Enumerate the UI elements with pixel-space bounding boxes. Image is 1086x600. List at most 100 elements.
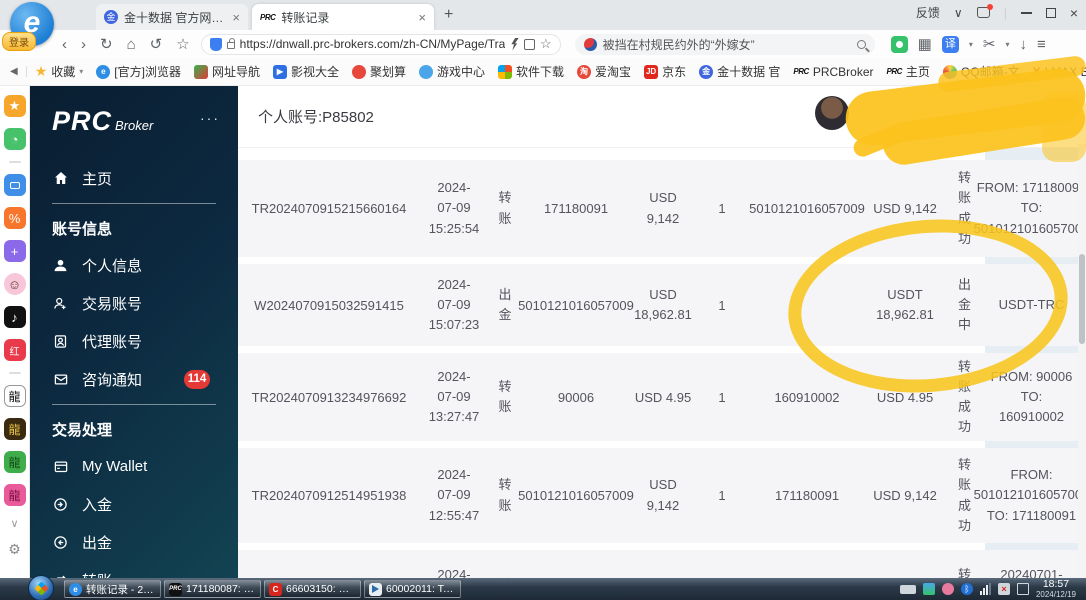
- live-avatar-icon[interactable]: ☺: [4, 273, 26, 295]
- bookmark-prc-home[interactable]: PRC主页: [887, 63, 930, 80]
- sidebar-item-deposit[interactable]: 入金: [52, 485, 238, 523]
- theme-skin-icon[interactable]: [977, 7, 990, 18]
- menu-hamburger-icon[interactable]: ≡: [1037, 37, 1046, 52]
- tab-close-icon[interactable]: ×: [232, 10, 240, 25]
- compass-favicon: [194, 65, 208, 79]
- tab-close-icon[interactable]: ×: [418, 10, 426, 25]
- bookmark-jinshi[interactable]: 金金十数据 官: [699, 63, 780, 80]
- bookmark-lmax[interactable]: XLMAX Brok: [1033, 65, 1086, 79]
- dragon-gold-game-icon[interactable]: 龍: [4, 418, 26, 440]
- apps-grid-icon[interactable]: ▦: [918, 37, 932, 52]
- bookmark-qqmail[interactable]: QQ邮箱-文: [943, 63, 1020, 80]
- tray-volume-muted-icon[interactable]: ×: [998, 583, 1010, 595]
- minimize-button[interactable]: [1021, 12, 1032, 14]
- strip-settings-gear-icon[interactable]: ⚙: [8, 541, 21, 558]
- bookmark-jd[interactable]: JD京东: [644, 63, 686, 80]
- search-suggestion-text[interactable]: 被挡在村规民约外的“外嫁女”: [603, 36, 851, 53]
- sidebar-item-wallet[interactable]: My Wallet: [52, 447, 238, 485]
- sidebar-item-profile[interactable]: 个人信息: [52, 246, 238, 284]
- sidebar-item-notifications[interactable]: 咨询通知 114: [52, 360, 238, 398]
- tab-transfer-records[interactable]: PRC 转账记录 ×: [252, 4, 434, 30]
- sidebar-menu-dots-icon[interactable]: ···: [200, 110, 220, 126]
- reload-button[interactable]: ↻: [100, 37, 113, 52]
- url-text[interactable]: https://dnwall.prc-brokers.com/zh-CN/MyP…: [240, 37, 505, 51]
- favorites-collect-button[interactable]: ☆: [176, 37, 189, 52]
- dragon-game-icon[interactable]: 龍: [4, 385, 26, 407]
- search-box[interactable]: 被挡在村规民约外的“外嫁女”: [575, 34, 875, 55]
- history-app-icon[interactable]: ◔: [4, 128, 26, 150]
- table-row[interactable]: TR2024070912514951938 2024- 07-09 12:55:…: [238, 448, 1078, 543]
- workspace-app-icon[interactable]: [4, 174, 26, 196]
- txn-type: 转 账: [488, 448, 522, 543]
- download-icon[interactable]: ↓: [1019, 37, 1027, 52]
- rebate-app-icon[interactable]: %: [4, 207, 26, 229]
- table-row[interactable]: TR2024070913234976692 2024- 07-09 13:27:…: [238, 353, 1078, 441]
- feedback-button[interactable]: 反馈: [916, 4, 940, 21]
- table-row[interactable]: TR2024070915215660164 2024- 07-09 15:25:…: [238, 160, 1078, 257]
- translate-icon[interactable]: 译: [942, 36, 959, 53]
- jd-favicon: JD: [644, 65, 658, 79]
- forward-button[interactable]: ›: [81, 37, 86, 52]
- bookmark-official-browser[interactable]: e[官方]浏览器: [96, 63, 181, 80]
- taskbar-item-browser[interactable]: e 转账记录 - 2345...: [64, 580, 161, 598]
- bookmark-taobao[interactable]: 淘爱淘宝: [577, 63, 631, 80]
- page-scrollbar[interactable]: [1078, 144, 1086, 596]
- percent-icon: %: [9, 211, 21, 226]
- restore-button[interactable]: [1046, 8, 1056, 18]
- tray-network-icon[interactable]: [980, 583, 991, 595]
- feedback-caret-icon[interactable]: ∨: [954, 6, 963, 20]
- tray-avatar-icon[interactable]: [942, 583, 954, 595]
- security-shield-icon[interactable]: [210, 38, 222, 51]
- bookmark-favorites[interactable]: ★收藏▾: [35, 63, 84, 80]
- scissors-caret-icon[interactable]: ▾: [1005, 40, 1009, 49]
- tray-qq-icon[interactable]: [923, 583, 935, 595]
- extension-green-icon[interactable]: [891, 36, 908, 53]
- screenshot-scissors-icon[interactable]: ✂: [983, 37, 996, 52]
- table-row[interactable]: W2024070915032591415 2024- 07-09 15:07:2…: [238, 264, 1078, 346]
- bookmark-movies[interactable]: ▶影视大全: [273, 63, 339, 80]
- speed-mode-icon[interactable]: [510, 38, 519, 51]
- bookmark-game-center[interactable]: 游戏中心: [419, 63, 485, 80]
- dragon-pink-game-icon[interactable]: 龍: [4, 484, 26, 506]
- bookmark-software[interactable]: 软件下载: [498, 63, 564, 80]
- taskbar-item-prc-terminal[interactable]: PRC 171180087: PRC...: [164, 580, 261, 598]
- reader-mode-icon[interactable]: [524, 39, 535, 50]
- close-button[interactable]: ×: [1070, 5, 1078, 21]
- browser-logo[interactable]: e 登录: [2, 2, 52, 52]
- taskbar-item-cwg-terminal[interactable]: C 66603150: CWG...: [264, 580, 361, 598]
- sidebar-item-home[interactable]: 主页: [52, 159, 238, 197]
- sidebar-item-withdraw[interactable]: 出金: [52, 523, 238, 561]
- new-tab-button[interactable]: +: [444, 6, 453, 24]
- bookmarks-collapse-icon[interactable]: ◀: [10, 66, 27, 77]
- translate-caret-icon[interactable]: ▾: [969, 40, 973, 49]
- sidebar-item-agent-account[interactable]: 代理账号: [52, 322, 238, 360]
- sidebar-item-trade-account[interactable]: 交易账号: [52, 284, 238, 322]
- dragon-green-game-icon[interactable]: 龍: [4, 451, 26, 473]
- user-avatar[interactable]: [815, 96, 849, 130]
- favorites-app-icon[interactable]: ★: [4, 95, 26, 117]
- home-button[interactable]: ⌂: [127, 37, 136, 52]
- bookmark-prcbroker[interactable]: PRCPRCBroker: [793, 65, 873, 79]
- game-favicon: [419, 65, 433, 79]
- tiktok-app-icon[interactable]: ♪: [4, 306, 26, 328]
- tray-clock[interactable]: 18:57 2024/12/19: [1036, 578, 1080, 599]
- bookmark-nav-site[interactable]: 网址导航: [194, 63, 260, 80]
- bookmark-juhuasuan[interactable]: 聚划算: [352, 63, 406, 80]
- tab-jinshi[interactable]: 金 金十数据 官方网站 - 一个交易工 ×: [96, 4, 248, 30]
- back-button[interactable]: ‹: [62, 37, 67, 52]
- search-icon[interactable]: [857, 40, 866, 49]
- taskbar-item-telegram[interactable]: 60002011: Tela...: [364, 580, 461, 598]
- tray-keyboard-icon[interactable]: [900, 585, 916, 594]
- tray-action-center-icon[interactable]: [1017, 583, 1029, 595]
- tray-bluetooth-icon[interactable]: ᛒ: [961, 583, 973, 595]
- games-app-icon[interactable]: +: [4, 240, 26, 262]
- strip-chevron-down-icon[interactable]: ∨: [10, 517, 18, 530]
- login-badge[interactable]: 登录: [2, 32, 36, 51]
- address-bar[interactable]: https://dnwall.prc-brokers.com/zh-CN/MyP…: [201, 34, 561, 55]
- xiaohongshu-app-icon[interactable]: 红: [4, 339, 26, 361]
- history-button[interactable]: ↺: [150, 37, 163, 52]
- start-button[interactable]: [28, 575, 54, 600]
- e-favicon: e: [96, 65, 110, 79]
- bookmark-star-icon[interactable]: ☆: [540, 36, 552, 52]
- scrollbar-thumb[interactable]: [1079, 254, 1085, 344]
